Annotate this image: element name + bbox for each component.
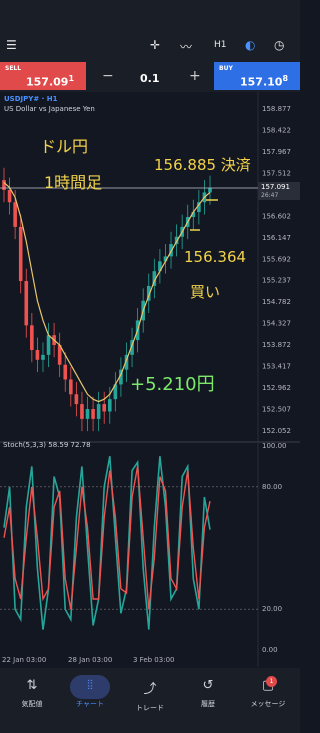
crosshair-icon[interactable]: ✛ bbox=[150, 38, 160, 52]
price-tick-label: 156.147 bbox=[262, 234, 291, 242]
history-icon[interactable]: ◷ bbox=[274, 38, 284, 52]
top-toolbar bbox=[0, 0, 300, 62]
candle-body bbox=[80, 404, 84, 419]
price-tick-label: 158.877 bbox=[262, 105, 291, 113]
candle-body bbox=[2, 180, 6, 190]
quotes-icon: ⇅ bbox=[26, 678, 38, 693]
price-tick-label: 155.237 bbox=[262, 277, 291, 285]
indicator-icon[interactable]: 〰 bbox=[180, 38, 192, 55]
annotation-title-line2: 1時間足 bbox=[44, 173, 102, 192]
price-tick-label: 153.872 bbox=[262, 341, 291, 349]
price-tick-label: 157.512 bbox=[262, 169, 291, 177]
candle-body bbox=[7, 189, 12, 203]
candle-body bbox=[30, 325, 34, 350]
chart-icon: ⦙⦙ bbox=[87, 678, 93, 693]
stoch-tick-label: 0.00 bbox=[262, 646, 278, 654]
annotation-title-line1: ドル円 bbox=[40, 137, 88, 156]
candle-body bbox=[63, 364, 68, 380]
price-tick-label: 157.967 bbox=[262, 148, 291, 156]
timeframe-button[interactable]: H1 bbox=[214, 40, 227, 50]
candle-body bbox=[18, 226, 23, 282]
buy-button[interactable]: BUY 157.108 bbox=[214, 62, 300, 90]
candle-body bbox=[74, 394, 79, 405]
quantity-value[interactable]: 0.1 bbox=[140, 72, 160, 85]
price-tick-label: 152.962 bbox=[262, 384, 291, 392]
nav-item-trade[interactable]: ⤴ トレード bbox=[120, 678, 180, 713]
symbol-label: USDJPY# · H1 bbox=[4, 95, 58, 103]
candle-body bbox=[35, 349, 40, 360]
price-tick-label: 158.422 bbox=[262, 126, 291, 134]
symbol-description: US Dollar vs Japanese Yen bbox=[4, 105, 95, 113]
time-axis-label: 28 Jan 03:00 bbox=[68, 656, 112, 664]
sell-button[interactable]: SELL 157.091 bbox=[0, 62, 86, 90]
nav-item-quotes[interactable]: ⇅ 気配値 bbox=[2, 678, 62, 709]
moving-average-line bbox=[3, 182, 211, 403]
candle-body bbox=[85, 409, 90, 419]
sell-price: 157.091 bbox=[26, 74, 75, 89]
annotation-profit: +5.210円 bbox=[130, 374, 215, 395]
candle-body bbox=[208, 187, 212, 193]
nav-item-history[interactable]: ↺ 履歴 bbox=[178, 678, 238, 709]
price-tick-label: 152.052 bbox=[262, 427, 291, 435]
candle-body bbox=[102, 404, 107, 412]
price-tick-label: 154.782 bbox=[262, 298, 291, 306]
increase-quantity-button[interactable]: + bbox=[189, 68, 201, 84]
price-tick-label: 156.602 bbox=[262, 212, 291, 220]
countdown-label: 26:47 bbox=[261, 192, 278, 199]
decrease-quantity-button[interactable]: − bbox=[102, 68, 114, 84]
buy-label: BUY bbox=[219, 65, 233, 72]
candle-body bbox=[46, 335, 51, 355]
time-axis-label: 3 Feb 03:00 bbox=[133, 656, 174, 664]
candle-body bbox=[41, 354, 45, 360]
nav-item-chart[interactable]: ⦙⦙ チャート bbox=[60, 678, 120, 709]
price-tick-label: 153.417 bbox=[262, 363, 291, 371]
price-tick-label: 155.692 bbox=[262, 255, 291, 263]
candle-body bbox=[24, 281, 29, 326]
candle-body bbox=[13, 202, 17, 227]
stoch-tick-label: 100.00 bbox=[262, 442, 287, 450]
candle-body bbox=[91, 409, 95, 419]
annotation-entry-label: 買い bbox=[190, 283, 220, 301]
message-badge: 1 bbox=[266, 676, 277, 687]
price-tick-label: 152.507 bbox=[262, 406, 291, 414]
trade-icon: ⤴ bbox=[143, 682, 157, 697]
time-axis-label: 22 Jan 03:00 bbox=[2, 656, 46, 664]
candle-body bbox=[107, 399, 112, 412]
price-chart[interactable]: 158.877158.422157.967157.512157.057156.6… bbox=[0, 92, 300, 667]
stoch-tick-label: 20.00 bbox=[262, 605, 282, 613]
history-icon: ↺ bbox=[202, 678, 214, 693]
color-wheel-icon[interactable]: ◐ bbox=[245, 38, 255, 52]
candle-body bbox=[69, 379, 73, 395]
menu-icon[interactable]: ☰ bbox=[6, 38, 17, 52]
stoch-tick-label: 80.00 bbox=[262, 483, 282, 491]
sell-label: SELL bbox=[5, 65, 22, 72]
price-tick-label: 154.327 bbox=[262, 320, 291, 328]
candle-body bbox=[96, 404, 101, 419]
current-price-label: 157.091 bbox=[261, 183, 290, 191]
stochastic-label: Stoch(5,3,3) 58.59 72.78 bbox=[3, 441, 91, 449]
annotation-settle: 156.885 決済 bbox=[154, 156, 251, 174]
buy-price: 157.108 bbox=[240, 74, 289, 89]
annotation-entry-price: 156.364 bbox=[184, 248, 246, 266]
